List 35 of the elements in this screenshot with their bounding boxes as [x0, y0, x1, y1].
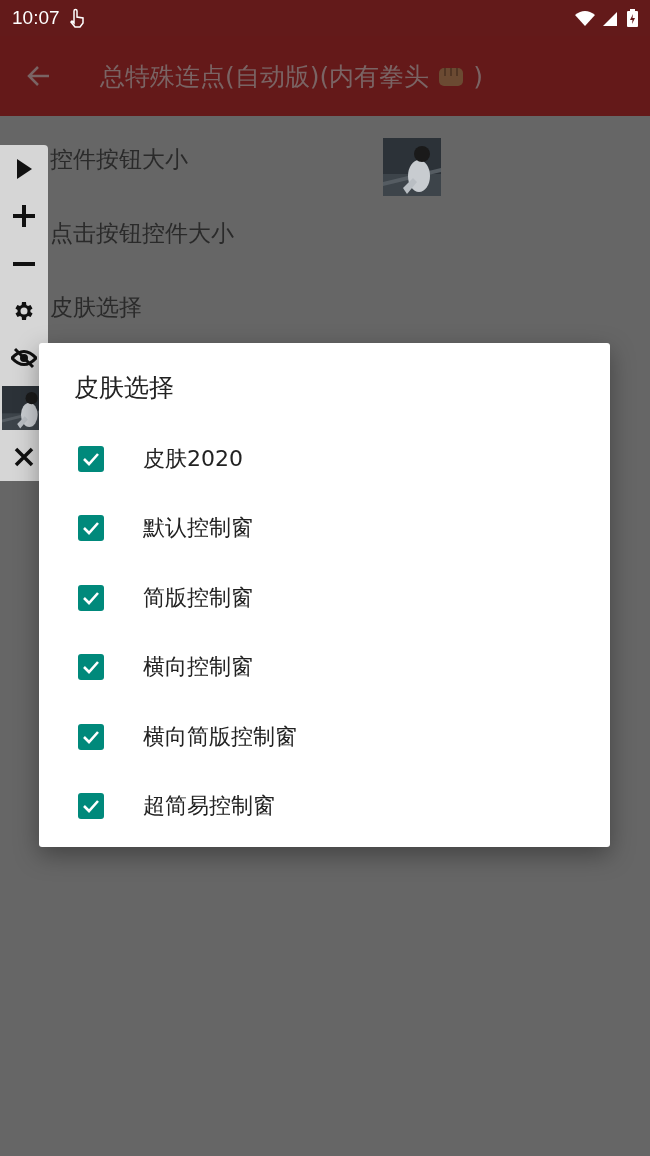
- dialog-title: 皮肤选择: [74, 372, 175, 404]
- check-icon: [82, 660, 100, 675]
- check-icon: [82, 451, 100, 466]
- setting-label[interactable]: 点击按钮控件大小: [50, 212, 234, 249]
- check-icon: [82, 590, 100, 605]
- status-time: 10:07: [12, 7, 60, 29]
- play-icon: [15, 157, 33, 180]
- checkbox[interactable]: [78, 584, 104, 611]
- setting-label[interactable]: 控件按钮大小: [50, 138, 188, 175]
- app-title: 总特殊连点(自动版)(内有拳头: [100, 60, 430, 93]
- check-icon: [82, 729, 100, 744]
- battery-icon: [627, 9, 638, 27]
- app-title-end: ): [473, 61, 484, 91]
- checkbox[interactable]: [78, 723, 104, 750]
- checkbox[interactable]: [78, 654, 104, 681]
- close-icon: [14, 447, 34, 468]
- option-label: 简版控制窗: [143, 583, 253, 612]
- back-arrow-icon[interactable]: [26, 65, 50, 87]
- check-icon: [82, 521, 100, 536]
- eye-off-icon: [11, 347, 37, 370]
- minus-icon: [13, 261, 35, 266]
- plus-icon: [13, 205, 35, 228]
- option-label: 默认控制窗: [143, 514, 253, 543]
- wifi-icon: [575, 10, 595, 26]
- option-label: 皮肤2020: [143, 444, 243, 473]
- touch-icon: [67, 8, 86, 28]
- signal-icon: [603, 10, 619, 26]
- checkbox[interactable]: [78, 793, 104, 820]
- option-label: 超简易控制窗: [143, 792, 275, 821]
- checkbox[interactable]: [78, 445, 104, 472]
- checkbox[interactable]: [78, 515, 104, 542]
- check-icon: [82, 799, 100, 814]
- option-label: 横向简版控制窗: [143, 722, 297, 751]
- option-label: 横向控制窗: [143, 653, 253, 682]
- setting-label[interactable]: 皮肤选择: [50, 286, 142, 323]
